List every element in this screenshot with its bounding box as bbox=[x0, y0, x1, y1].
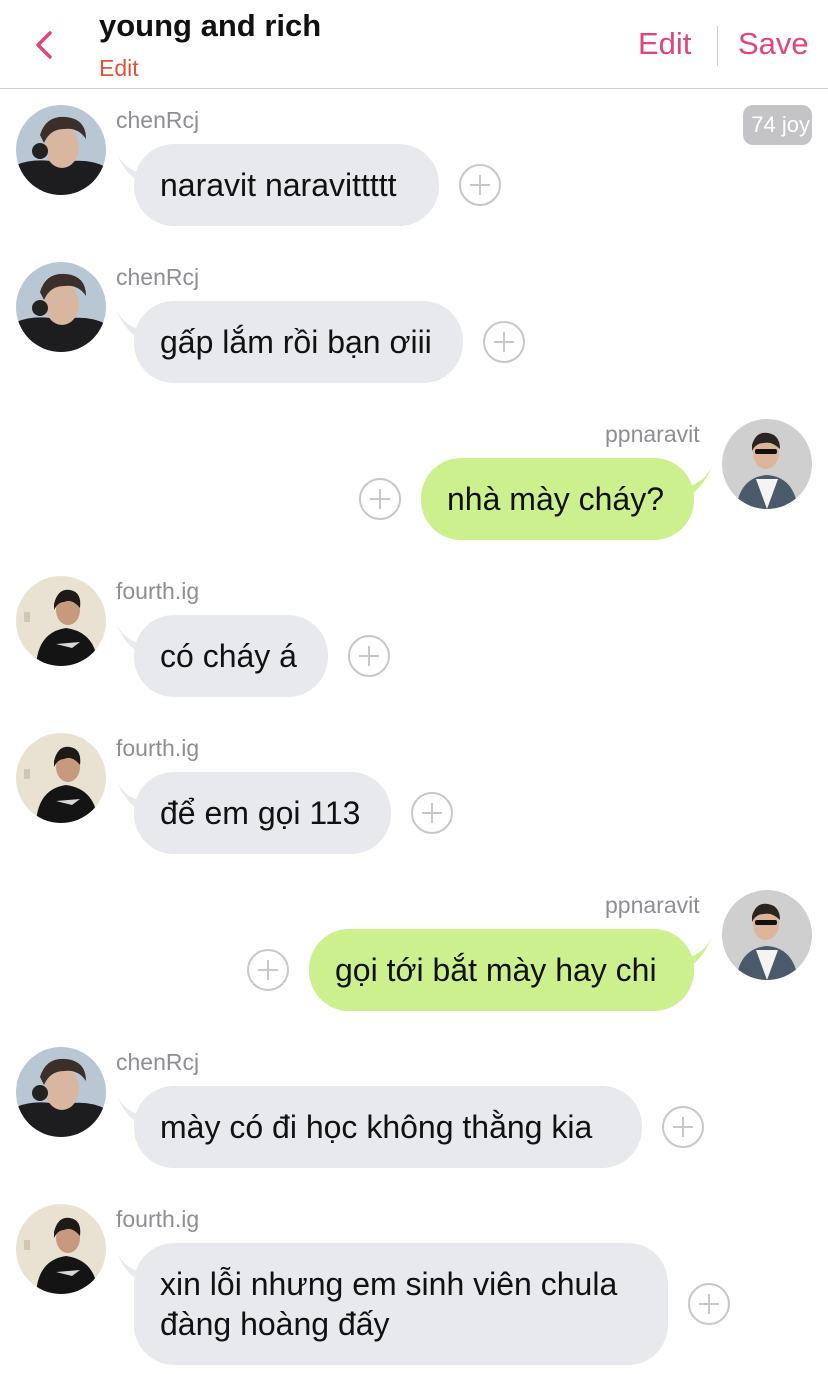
message-line: đàng hoàng đấy bbox=[160, 1306, 390, 1342]
chat-header: young and rich Edit Edit Save bbox=[0, 0, 828, 89]
add-reaction-icon[interactable] bbox=[348, 635, 390, 677]
add-reaction-icon[interactable] bbox=[688, 1283, 730, 1325]
sender-name: fourth.ig bbox=[116, 735, 200, 761]
add-reaction-icon[interactable] bbox=[411, 792, 453, 834]
chat-title: young and rich bbox=[99, 8, 322, 43]
add-reaction-icon[interactable] bbox=[247, 949, 289, 991]
add-reaction-icon[interactable] bbox=[483, 321, 525, 363]
header-divider bbox=[717, 26, 718, 66]
save-button[interactable]: Save bbox=[738, 26, 809, 62]
chat-subtitle-edit-link[interactable]: Edit bbox=[99, 55, 139, 82]
message-bubble[interactable]: để em gọi 113 bbox=[134, 772, 391, 854]
add-reaction-icon[interactable] bbox=[359, 478, 401, 520]
add-reaction-icon[interactable] bbox=[662, 1106, 704, 1148]
avatar-chenRcj[interactable] bbox=[16, 105, 106, 195]
sender-name: chenRcj bbox=[116, 1049, 200, 1075]
sender-name: chenRcj bbox=[116, 107, 200, 133]
message-bubble[interactable]: naravit naravittttt bbox=[134, 144, 439, 226]
message-bubble[interactable]: gấp lắm rồi bạn ơiii bbox=[134, 301, 463, 383]
message-bubble[interactable]: có cháy á bbox=[134, 615, 328, 697]
sender-name: fourth.ig bbox=[116, 1206, 200, 1232]
message-bubble[interactable]: xin lỗi nhưng em sinh viên chula đàng ho… bbox=[134, 1243, 668, 1365]
joy-badge: 74 joy bbox=[743, 105, 812, 145]
message-bubble[interactable]: gọi tới bắt mày hay chi bbox=[309, 929, 694, 1011]
avatar-chenRcj[interactable] bbox=[16, 1047, 106, 1137]
sender-name: fourth.ig bbox=[116, 578, 200, 604]
sender-name: chenRcj bbox=[116, 264, 200, 290]
sender-name: ppnaravit bbox=[605, 892, 700, 918]
back-chevron-icon[interactable] bbox=[26, 26, 66, 66]
avatar-chenRcj[interactable] bbox=[16, 262, 106, 352]
avatar-ppnaravit[interactable] bbox=[722, 890, 812, 980]
sender-name: ppnaravit bbox=[605, 421, 700, 447]
edit-button[interactable]: Edit bbox=[638, 26, 691, 62]
avatar-fourth-ig[interactable] bbox=[16, 733, 106, 823]
add-reaction-icon[interactable] bbox=[459, 164, 501, 206]
message-line: xin lỗi nhưng em sinh viên chula bbox=[160, 1266, 618, 1302]
avatar-fourth-ig[interactable] bbox=[16, 1204, 106, 1294]
avatar-fourth-ig[interactable] bbox=[16, 576, 106, 666]
message-bubble[interactable]: mày có đi học không thằng kia bbox=[134, 1086, 642, 1168]
avatar-ppnaravit[interactable] bbox=[722, 419, 812, 509]
message-bubble[interactable]: nhà mày cháy? bbox=[421, 458, 694, 540]
